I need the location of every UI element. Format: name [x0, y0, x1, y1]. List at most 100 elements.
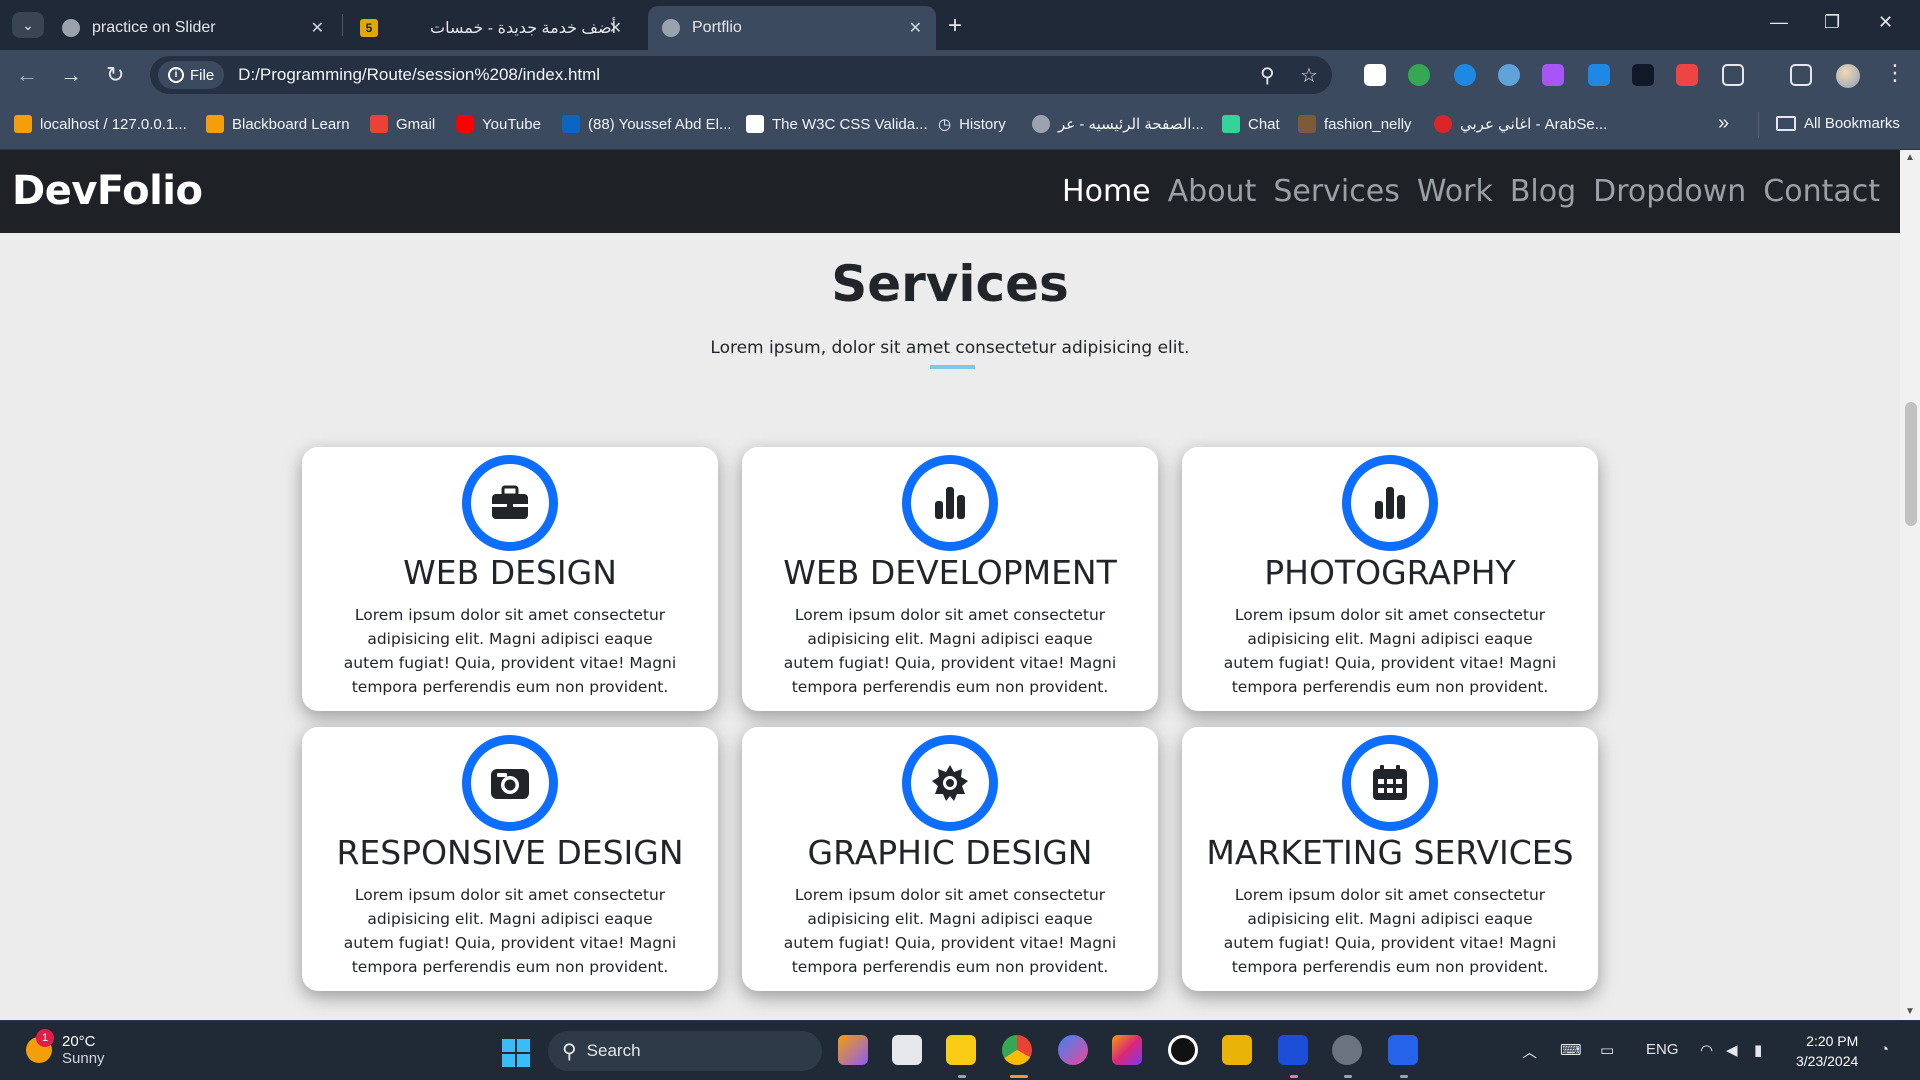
bookmark-label: Blackboard Learn — [232, 115, 350, 133]
minimize-icon[interactable]: — — [1770, 12, 1788, 33]
bookmark-w3c[interactable]: The W3C CSS Valida... — [746, 115, 928, 133]
arabseed-icon — [1434, 115, 1452, 133]
bookmark-label: اغاني عربي - ArabSe... — [1460, 116, 1608, 133]
nav-about[interactable]: About — [1168, 174, 1257, 209]
close-tab-icon[interactable]: ✕ — [311, 18, 324, 38]
vscode-icon[interactable] — [1388, 1035, 1418, 1065]
bookmark-arabseed[interactable]: اغاني عربي - ArabSe... — [1434, 115, 1607, 133]
section-title: Services — [831, 255, 1069, 313]
nav-blog[interactable]: Blog — [1510, 174, 1576, 209]
nav-contact[interactable]: Contact — [1763, 174, 1880, 209]
bookmark-history[interactable]: ◷ History — [938, 115, 1006, 134]
close-tab-icon[interactable]: ✕ — [909, 18, 922, 38]
weather-widget[interactable]: 1 20°C Sunny — [26, 1029, 105, 1067]
site-brand[interactable]: DevFolio — [12, 168, 203, 214]
taskbar-search-label: Search — [586, 1041, 641, 1060]
nav-home[interactable]: Home — [1062, 174, 1151, 209]
bookmark-star-icon[interactable]: ☆ — [1300, 63, 1318, 88]
w3c-icon — [746, 115, 764, 133]
bar-chart-icon — [902, 455, 998, 551]
extension-globe-icon[interactable] — [1408, 64, 1430, 86]
new-tab-button[interactable]: + — [948, 12, 962, 40]
app-l-icon[interactable] — [1278, 1035, 1308, 1065]
tab-practice-slider[interactable]: practice on Slider ✕ — [48, 6, 338, 50]
keyboard-icon[interactable]: ⌨ — [1560, 1041, 1582, 1059]
extension-dev-icon[interactable] — [1676, 64, 1698, 86]
zoom-icon[interactable]: ⚲ — [1260, 63, 1275, 88]
back-icon[interactable]: ← — [16, 62, 38, 88]
site-nav-links: Home About Services Work Blog Dropdown C… — [1062, 174, 1880, 209]
page-scrollbar[interactable]: ▲ ▼ — [1900, 150, 1920, 1020]
bookmark-localhost[interactable]: localhost / 127.0.0.1... — [14, 115, 187, 133]
record-icon[interactable] — [1168, 1035, 1198, 1065]
nav-services[interactable]: Services — [1273, 174, 1400, 209]
tab-portflio[interactable]: Portflio ✕ — [648, 6, 936, 50]
extension-gradient-icon[interactable] — [1542, 64, 1564, 86]
system-clock[interactable]: 2:20 PM 3/23/2024 — [1796, 1031, 1858, 1071]
task-view-icon[interactable] — [892, 1035, 922, 1065]
url-text[interactable]: D:/Programming/Route/session%208/index.h… — [238, 65, 600, 85]
extension-react-icon[interactable] — [1498, 64, 1520, 86]
extension-b-icon[interactable] — [1364, 64, 1386, 86]
language-indicator[interactable]: ENG — [1646, 1041, 1679, 1058]
instagram-icon[interactable] — [1112, 1035, 1142, 1065]
close-window-icon[interactable]: ✕ — [1878, 12, 1893, 33]
bookmark-label: (88) Youssef Abd El... — [588, 115, 732, 133]
scroll-thumb[interactable] — [1905, 402, 1917, 526]
site-info-chip[interactable]: i File — [158, 61, 225, 89]
browser-toolbar: ← → ↻ i File D:/Programming/Route/sessio… — [0, 50, 1920, 100]
bookmark-fashion-nelly[interactable]: fashion_nelly — [1298, 115, 1412, 133]
tab-khamsat[interactable]: 5 أضف خدمة جديدة - خمسات ✕ — [346, 6, 636, 50]
bookmark-blackboard[interactable]: Blackboard Learn — [206, 115, 350, 133]
chat-icon — [1222, 115, 1240, 133]
address-bar[interactable]: i File D:/Programming/Route/session%208/… — [150, 56, 1332, 94]
gear-icon — [902, 735, 998, 831]
more-bookmarks-icon[interactable]: » — [1718, 112, 1729, 135]
sun-icon: 1 — [26, 1029, 54, 1063]
messenger-icon[interactable] — [1058, 1035, 1088, 1065]
extension-download-icon[interactable] — [1588, 64, 1610, 86]
khamsat-icon: 5 — [360, 19, 378, 37]
bookmark-gmail[interactable]: Gmail — [370, 115, 435, 133]
app-yellow-icon[interactable] — [1222, 1035, 1252, 1065]
nav-dropdown[interactable]: Dropdown — [1593, 174, 1746, 209]
battery-icon[interactable]: ▮ — [1754, 1041, 1762, 1059]
bookmark-label: YouTube — [482, 115, 541, 133]
bookmark-chat[interactable]: Chat — [1222, 115, 1280, 133]
bookmark-youtube[interactable]: YouTube — [456, 115, 541, 133]
copilot-icon[interactable] — [838, 1035, 868, 1065]
media-player-icon[interactable] — [1332, 1035, 1362, 1065]
windows-taskbar: 1 20°C Sunny ⚲ Search ︿ ⌨ ▭ ENG ◠ ◀ ▮ 2:… — [0, 1020, 1920, 1080]
extension-shazam-icon[interactable] — [1454, 64, 1476, 86]
wifi-icon[interactable]: ◠ — [1700, 1041, 1713, 1059]
display-icon[interactable]: ▭ — [1600, 1041, 1614, 1059]
restore-icon[interactable]: ❐ — [1824, 12, 1840, 33]
bookmark-arabic-home[interactable]: الصفحة الرئيسيه - عر... — [1032, 115, 1204, 133]
profile-avatar[interactable] — [1836, 64, 1860, 88]
scroll-up-icon[interactable]: ▲ — [1905, 152, 1915, 163]
close-tab-icon[interactable]: ✕ — [609, 18, 622, 38]
reload-icon[interactable]: ↻ — [106, 62, 124, 88]
extension-cursor-icon[interactable] — [1632, 64, 1654, 86]
taskbar-search[interactable]: ⚲ Search — [548, 1031, 822, 1071]
windows-start-icon[interactable] — [502, 1039, 530, 1067]
nav-work[interactable]: Work — [1417, 174, 1493, 209]
bookmark-linkedin[interactable]: (88) Youssef Abd El... — [562, 115, 731, 133]
more-menu-icon[interactable]: ⋮ — [1884, 60, 1906, 86]
weather-badge: 1 — [36, 1029, 54, 1047]
linkedin-icon — [562, 115, 580, 133]
extensions-puzzle-icon[interactable] — [1722, 64, 1744, 86]
scroll-down-icon[interactable]: ▼ — [1905, 1006, 1915, 1017]
all-bookmarks-button[interactable]: All Bookmarks — [1776, 115, 1900, 132]
tab-search-button[interactable]: ⌄ — [12, 12, 44, 38]
volume-icon[interactable]: ◀ — [1726, 1041, 1738, 1059]
card-title: Photography — [1264, 553, 1516, 592]
file-explorer-icon[interactable] — [946, 1035, 976, 1065]
section-subtitle: Lorem ipsum, dolor sit amet consectetur … — [710, 338, 1190, 358]
notification-bell-icon[interactable]: ◔ — [1880, 1041, 1889, 1058]
info-icon: i — [168, 67, 184, 83]
chrome-icon[interactable] — [1002, 1035, 1032, 1065]
side-panel-icon[interactable] — [1790, 64, 1812, 86]
tray-overflow-icon[interactable]: ︿ — [1522, 1041, 1537, 1062]
forward-icon[interactable]: → — [60, 62, 82, 88]
